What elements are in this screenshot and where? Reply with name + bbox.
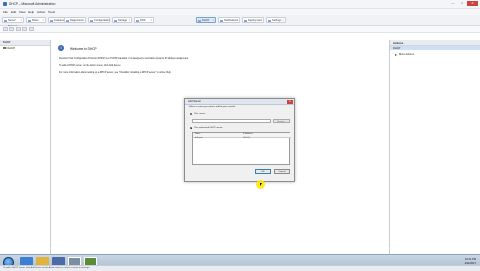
more-actions-link[interactable]: More Actions [399, 53, 414, 56]
tab-settings[interactable]: Settings × [266, 17, 286, 23]
menu-edit[interactable]: Edit [11, 10, 16, 14]
window-title: DHCP – Microsoft Administration [9, 2, 56, 6]
close-button[interactable]: ✕ [467, 1, 478, 6]
tab-label: Features [54, 19, 65, 22]
actions-section-label: DHCP [393, 46, 401, 50]
actions-pane: Actions DHCP More Actions [389, 40, 480, 254]
tab-close-icon[interactable]: × [20, 18, 22, 24]
dhcp-icon [3, 46, 6, 50]
mmc-window: DHCP – Microsoft Administration — □ ✕ Fi… [0, 0, 480, 254]
console-tree: DHCP DHCP [0, 40, 51, 254]
tab-notifications[interactable]: Notifications × [218, 17, 240, 23]
tab-label: Settings [272, 19, 282, 22]
tab-storage[interactable]: Storage × [112, 17, 132, 23]
this-server-label: This server: [194, 113, 206, 115]
tab-server-manager[interactable]: Server Manager× [2, 17, 24, 28]
tab-roles[interactable]: Roles × [26, 17, 46, 23]
cancel-button[interactable]: Cancel [274, 169, 290, 174]
clock-time: 10:41 PM [464, 258, 476, 261]
app-icon [3, 2, 7, 6]
tree-item-dhcp[interactable]: DHCP [3, 46, 15, 50]
dialog-title-bar: Add Server ✕ [185, 99, 294, 105]
maximize-button[interactable]: □ [458, 1, 466, 6]
dialog-close-button[interactable]: ✕ [287, 99, 293, 104]
tab-row: Server Manager× Roles× Features× Diagnos… [0, 15, 480, 28]
tab-close-icon[interactable]: × [42, 18, 44, 24]
this-server-radio[interactable] [190, 113, 193, 116]
more-info-paragraph: For more information about setting up a … [59, 72, 172, 74]
tab-close-icon[interactable]: × [150, 18, 152, 24]
tab-close-icon[interactable]: × [236, 18, 238, 24]
help-icon[interactable] [29, 27, 34, 31]
welcome-title: Welcome to DHCP [70, 47, 97, 51]
tab-deployment[interactable]: Deployment × [242, 17, 264, 23]
tab-icon [244, 19, 247, 22]
tab-close-icon[interactable]: × [282, 18, 284, 24]
window-controls: — □ ✕ [449, 1, 478, 7]
tab-configuration[interactable]: Configuration × [88, 17, 110, 23]
server-name-cell: dc1.jw.ie [195, 137, 203, 139]
toolbar [0, 26, 480, 33]
menu-help[interactable]: Help [28, 10, 34, 14]
tab-icon [268, 19, 271, 22]
console-tree-title: DHCP [3, 40, 11, 44]
up-icon[interactable] [16, 27, 21, 31]
status-text: To add a DHCP server, click Add Server o… [3, 266, 90, 269]
tab-close-icon[interactable]: × [82, 18, 84, 24]
actions-title: Actions [393, 41, 404, 45]
add-server-paragraph: To add a DHCP server, on the Action menu… [59, 65, 122, 67]
tab-icon [220, 19, 223, 22]
tab-icon [114, 19, 117, 22]
browse-button[interactable]: Browse... [273, 118, 290, 123]
tab-icon [136, 19, 139, 22]
tab-dns[interactable]: DNS × [134, 17, 154, 23]
status-bar: To add a DHCP server, click Add Server o… [0, 265, 480, 271]
dialog-title: Add Server [188, 100, 201, 103]
tab-close-icon[interactable]: × [106, 18, 108, 24]
back-icon[interactable] [3, 27, 8, 31]
show-hide-tree-icon[interactable] [22, 27, 27, 31]
chevron-right-icon [395, 53, 397, 56]
authorized-server-list[interactable]: Name IP Address dc1.jw.ie 10.0.0.1 [192, 132, 291, 165]
tab-label: Storage [118, 19, 128, 22]
dialog-prompt: Select a server you want to add to your … [189, 106, 236, 108]
menu-view[interactable]: View [19, 10, 25, 14]
tab-label: Diagnostics [70, 19, 84, 22]
tab-icon [66, 19, 69, 22]
mouse-cursor-highlight [256, 180, 265, 189]
menu-tools[interactable]: Tools [48, 10, 55, 14]
menu-action[interactable]: Action [37, 10, 45, 14]
tab-label: Roles [32, 19, 39, 22]
clock[interactable]: 10:41 PM 4/11/2017 [465, 258, 476, 265]
server-name-input[interactable] [192, 119, 271, 123]
ok-button[interactable]: OK [255, 169, 271, 174]
tab-icon [50, 19, 53, 22]
tab-label: DNS [140, 19, 146, 22]
authorized-server-radio[interactable] [190, 127, 193, 130]
tab-icon [90, 19, 93, 22]
tree-item-label: DHCP [6, 46, 16, 50]
tab-icon [198, 19, 201, 22]
forward-icon[interactable] [9, 27, 14, 31]
list-header: Name IP Address [193, 133, 291, 138]
info-icon: i [58, 45, 64, 51]
menu-file[interactable]: File [3, 10, 8, 14]
column-name[interactable]: Name [195, 133, 200, 135]
column-ip-address[interactable]: IP Address [243, 133, 253, 135]
tab-close-icon[interactable]: × [128, 18, 130, 24]
server-ip-cell: 10.0.0.1 [243, 137, 251, 139]
tab-diagnostics[interactable]: Diagnostics × [64, 17, 86, 23]
title-bar: DHCP – Microsoft Administration — □ ✕ [0, 0, 480, 9]
tab-close-icon[interactable]: × [260, 18, 262, 24]
intro-paragraph: Dynamic Host Configuration Protocol (DHC… [59, 58, 189, 60]
tab-icon [4, 19, 7, 22]
tab-dhcp[interactable]: DHCP × [196, 17, 216, 23]
tab-close-icon[interactable]: × [212, 18, 214, 24]
add-server-dialog: Add Server ✕ Select a server you want to… [184, 98, 295, 182]
actions-section[interactable]: DHCP [390, 46, 480, 50]
minimize-button[interactable]: — [449, 1, 457, 6]
tab-label: DHCP [202, 19, 210, 22]
tab-icon [28, 19, 31, 22]
authorized-server-label: This authorized DHCP server: [194, 127, 224, 129]
